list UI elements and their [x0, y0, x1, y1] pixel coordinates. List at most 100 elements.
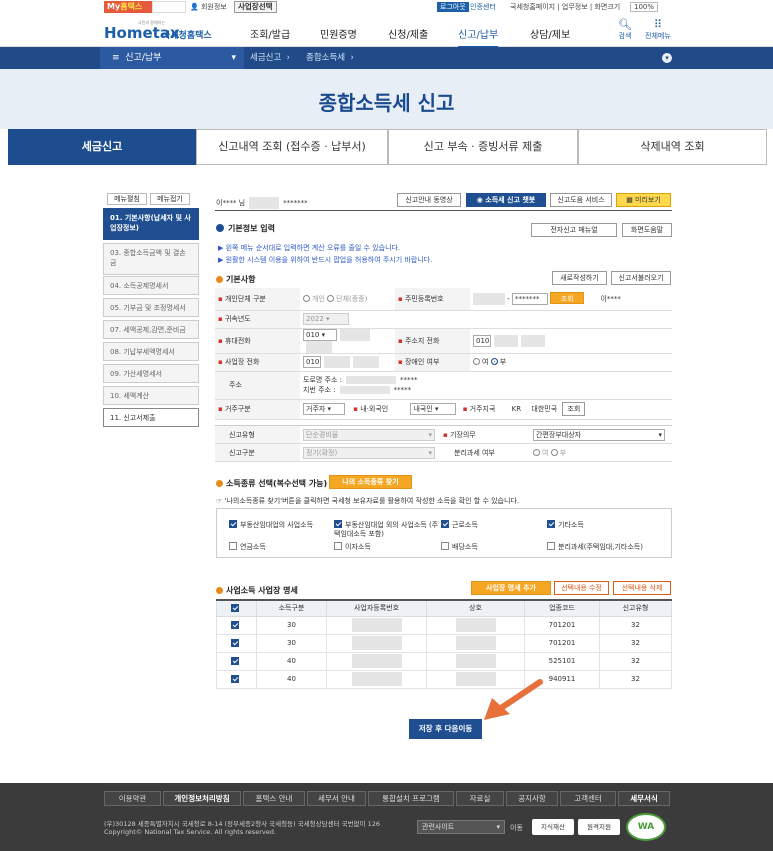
country-lookup-button[interactable]: 조회 — [562, 402, 586, 416]
income-opt-4[interactable]: 기타소득 — [547, 520, 584, 530]
gnb-item-apply[interactable]: 신청/제출 — [388, 26, 428, 41]
biz-select-button[interactable]: 사업장선택 — [234, 1, 277, 13]
report-type-select[interactable]: 단순경비율 ▾ — [300, 425, 440, 444]
footer-link-office[interactable]: 세무서 안내 — [307, 791, 366, 806]
row-checkbox[interactable] — [216, 633, 257, 653]
sidebar-item-10[interactable]: 10. 세액계산 — [103, 386, 199, 405]
income-opt-3[interactable]: 근로소득 — [441, 520, 478, 530]
find-income-button[interactable]: 나의 소득종류 찾기 — [329, 475, 412, 489]
type-radio[interactable]: 개인 단체(종중) — [300, 288, 395, 311]
checkbox-checked-icon — [334, 520, 342, 528]
search-button[interactable]: 🔍︎ 검색 — [618, 18, 632, 41]
video-guide-button[interactable]: 신고안내 동영상 — [397, 193, 461, 207]
biz-phone-field[interactable]: 010 — [300, 353, 395, 372]
gnb-item-inquiry[interactable]: 조회/발급 — [250, 26, 290, 41]
table-cell — [426, 633, 525, 653]
menu-expand-button[interactable]: 메뉴펼침 — [107, 193, 147, 205]
income-opt-6[interactable]: 이자소득 — [334, 542, 371, 552]
business-section-title: 사업소득 사업장 명세 — [216, 585, 298, 596]
tab-deleted-history[interactable]: 삭제내역 조회 — [578, 129, 767, 165]
checkbox-icon — [441, 542, 449, 550]
sidebar-item-04[interactable]: 04. 소득공제명세서 — [103, 276, 199, 295]
income-opt-7[interactable]: 배당소득 — [441, 542, 478, 552]
chevron-down-icon[interactable]: ▾ — [662, 53, 672, 63]
load-report-button[interactable]: 신고서불러오기 — [611, 271, 671, 285]
footer-link-privacy[interactable]: 개인정보처리방침 — [163, 791, 241, 806]
logout-button[interactable]: 로그아웃 — [437, 2, 469, 12]
delete-selected-button[interactable]: 선택내용 삭제 — [613, 581, 671, 595]
footer-link-support[interactable]: 고객센터 — [560, 791, 616, 806]
table-row[interactable]: 40 525101 32 — [216, 651, 672, 671]
sidebar-item-09[interactable]: 09. 가산세명세서 — [103, 364, 199, 383]
row-checkbox[interactable] — [216, 669, 257, 689]
preview-button[interactable]: ▦ 미리보기 — [616, 193, 671, 207]
sidebar-item-11[interactable]: 11. 신고서제출 — [103, 408, 199, 427]
gnb-item-civil[interactable]: 민원증명 — [320, 26, 357, 41]
breadcrumb-1[interactable]: 세금신고 › — [250, 47, 290, 69]
footer-link-install[interactable]: 통합설치 프로그램 — [368, 791, 454, 806]
table-row[interactable]: 40 940911 32 — [216, 669, 672, 689]
tab-tax-report[interactable]: 세금신고 — [8, 129, 196, 165]
chatbot-button[interactable]: ◉ 소득세 신고 챗봇 — [466, 193, 546, 207]
new-write-button[interactable]: 새로작성하기 — [552, 271, 607, 285]
report-div-select[interactable]: 정기(확정) ▾ — [300, 443, 440, 462]
sidebar-item-08[interactable]: 08. 기납부세액명세서 — [103, 342, 199, 361]
residence-select[interactable]: 거주자 ▾ — [303, 403, 345, 415]
menu-collapse-button[interactable]: 메뉴접기 — [150, 193, 190, 205]
disabled-radio[interactable]: 여 부 — [470, 353, 672, 372]
row-checkbox[interactable] — [216, 651, 257, 671]
zoom-control[interactable]: 100% — [630, 2, 659, 12]
footer-link-notice[interactable]: 공지사항 — [506, 791, 558, 806]
hometax-logo[interactable]: 국민과 함께하는 Hometax 국세청홈택스 — [104, 18, 239, 44]
nationality-select[interactable]: 내국인 ▾ — [410, 403, 457, 415]
tab-report-history[interactable]: 신고내역 조회 (접수증 · 납부서) — [196, 129, 388, 165]
home-phone-field[interactable]: 010 — [470, 328, 672, 354]
row-checkbox[interactable] — [216, 615, 257, 635]
bullet-icon — [216, 480, 223, 487]
income-opt-8[interactable]: 분리과세(주택임대,기타소득) — [547, 542, 643, 552]
my-hometax-link[interactable]: My홈택스 — [104, 1, 152, 13]
go-button[interactable]: 이동 — [510, 823, 523, 833]
ip-badge[interactable]: 지식재산 — [532, 819, 574, 835]
sidebar-item-05[interactable]: 05. 기부금 및 조정명세서 — [103, 298, 199, 317]
residence-row: 거주자 ▾ ▪ 내·외국인 내국인 ▾ ▪ 거주지국 KR 대한민국 조회 — [300, 399, 672, 420]
save-next-button[interactable]: 저장 후 다음이동 — [409, 719, 482, 739]
duty-select[interactable]: 간편장부대상자 ▾ — [530, 425, 672, 444]
address-label: 주소 — [215, 371, 300, 400]
util-links[interactable]: 국세청홈페이지 | 업무정보 | 화면크기 — [510, 2, 620, 12]
year-select[interactable]: 2022 ▾ — [300, 310, 672, 329]
sep-radio[interactable]: 여 부 — [530, 443, 672, 462]
cert-center-link[interactable]: 인증센터 — [470, 2, 496, 12]
footer-link-library[interactable]: 자료실 — [456, 791, 504, 806]
gnb-item-report[interactable]: 신고/납부 — [458, 26, 499, 48]
footer-link-forms[interactable]: 세무서식 — [618, 791, 670, 806]
edit-selected-button[interactable]: 선택내용 수정 — [554, 581, 609, 595]
table-row[interactable]: 30 701201 32 — [216, 615, 672, 635]
gnb-item-counsel[interactable]: 상담/제보 — [530, 26, 570, 41]
table-row[interactable]: 30 701201 32 — [216, 633, 672, 653]
add-business-button[interactable]: 사업장 명세 추가 — [471, 581, 551, 595]
all-menu-button[interactable]: ⠿ 전체메뉴 — [645, 18, 671, 41]
id-field[interactable]: - ******* 조회 이**** — [470, 288, 672, 311]
report-type-label: 신고유형 — [215, 425, 300, 444]
sidebar-item-03[interactable]: 03. 종합소득금액 및 결손금 — [103, 243, 199, 275]
income-opt-1[interactable]: 부동산임대업의 사업소득 — [229, 520, 313, 530]
breadcrumb-2[interactable]: 종합소득세 › — [306, 47, 354, 69]
income-opt-2[interactable]: 부동산임대업 외의 사업소득 (주택임대소득 포함) — [334, 520, 439, 539]
footer-link-guide[interactable]: 홈택스 안내 — [243, 791, 305, 806]
manual-button[interactable]: 전자신고 매뉴얼 — [531, 223, 617, 237]
select-all-checkbox[interactable] — [216, 599, 257, 617]
section-dropdown[interactable]: ≡ 신고/납부 ▾ — [100, 47, 244, 69]
screen-help-button[interactable]: 화면도움말 — [622, 223, 672, 237]
footer-link-terms[interactable]: 이용약관 — [104, 791, 161, 806]
income-opt-5[interactable]: 연금소득 — [229, 542, 266, 552]
sidebar-item-01[interactable]: 01. 기본사항(납세자 및 사업장정보) — [103, 208, 199, 240]
tab-attachment-submit[interactable]: 신고 부속 · 증빙서류 제출 — [388, 129, 578, 165]
mobile-field[interactable]: 010 ▾ — [300, 328, 395, 354]
id-check-button[interactable]: 조회 — [550, 292, 585, 305]
member-info-link[interactable]: 👤 회원정보 — [190, 2, 227, 12]
help-service-button[interactable]: 신고도움 서비스 — [550, 193, 612, 207]
remote-support-button[interactable]: 원격지원 — [578, 819, 620, 835]
sidebar-item-07[interactable]: 07. 세액공제,감면,준비금 — [103, 320, 199, 339]
related-sites-select[interactable]: 관련사이트 ▾ — [417, 820, 505, 834]
